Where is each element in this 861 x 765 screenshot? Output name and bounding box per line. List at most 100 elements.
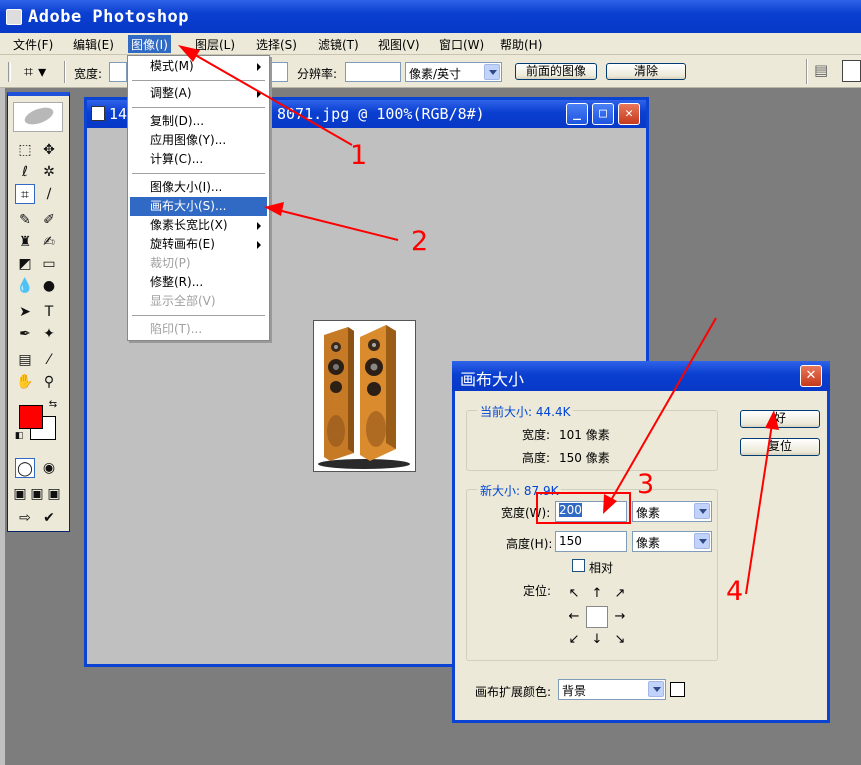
screen-mode-full-icon[interactable]: ▣ [46, 484, 62, 504]
jump-to-imageready-icon[interactable]: ⇨ [15, 508, 35, 528]
menu-item-trim[interactable]: 修整(R)... [130, 273, 267, 292]
options-divider [806, 59, 808, 84]
app-title: Adobe Photoshop [28, 7, 190, 27]
menu-bar: 文件(F) 编辑(E) 图像(I) 图层(L) 选择(S) 滤镜(T) 视图(V… [0, 33, 861, 55]
file-browser-icon[interactable]: ▤ [814, 61, 834, 81]
menu-item-rotate-canvas[interactable]: 旋转画布(E) [130, 235, 267, 254]
blur-tool-icon[interactable]: 💧 [15, 276, 35, 296]
extension-color-select[interactable]: 背景 [558, 679, 666, 700]
menu-filter[interactable]: 滤镜(T) [315, 35, 362, 53]
height-unit-select[interactable]: 像素 [632, 531, 712, 552]
menu-window[interactable]: 窗口(W) [436, 35, 487, 53]
toolbox: ⬚ ✥ ℓ ✲ ⌗ ∕ ✎ ✐ ♜ ✍ ◩ ▭ 💧 ● ➤ T ✒ ✦ ▤ ⁄ … [7, 92, 70, 532]
menu-item-adjust[interactable]: 调整(A) [130, 84, 267, 103]
menu-view[interactable]: 视图(V) [375, 35, 423, 53]
move-tool-icon[interactable]: ✥ [39, 140, 59, 160]
palette-well-icon[interactable] [842, 60, 861, 82]
close-button[interactable]: ✕ [618, 103, 640, 125]
menu-item-pixel-aspect-ratio[interactable]: 像素长宽比(X) [130, 216, 267, 235]
healing-brush-icon[interactable]: ✎ [15, 210, 35, 230]
arrow-up-left-icon[interactable]: ↖ [563, 583, 585, 605]
width-unit-select[interactable]: 像素 [632, 501, 712, 522]
height-unit-value: 像素 [636, 536, 661, 550]
arrow-down-icon[interactable]: ↓ [586, 629, 608, 651]
resolution-unit-select[interactable]: 像素/英寸 [405, 62, 502, 82]
arrow-down-left-icon[interactable]: ↙ [563, 629, 585, 651]
crop-width-input[interactable] [109, 62, 127, 82]
menu-file[interactable]: 文件(F) [10, 35, 56, 53]
screen-mode-standard-icon[interactable]: ▣ [12, 484, 28, 504]
menu-edit[interactable]: 编辑(E) [70, 35, 117, 53]
height-input-value: 150 [559, 534, 582, 548]
photoshop-feather-logo[interactable] [13, 102, 63, 132]
menu-item-apply-image[interactable]: 应用图像(Y)... [130, 131, 267, 150]
shape-tool-icon[interactable]: ✦ [39, 324, 59, 344]
screen-mode-full-menu-icon[interactable]: ▣ [29, 484, 45, 504]
front-image-button[interactable]: 前面的图像 [515, 63, 597, 80]
standard-mode-icon[interactable]: ◯ [15, 458, 35, 478]
pen-tool-icon[interactable]: ✒ [15, 324, 35, 344]
extension-color-swatch[interactable] [670, 682, 685, 697]
magic-wand-icon[interactable]: ✲ [39, 162, 59, 182]
menu-image[interactable]: 图像(I) [128, 35, 171, 53]
zoom-tool-icon[interactable]: ⚲ [39, 372, 59, 392]
app-title-bar: Adobe Photoshop [0, 0, 861, 33]
options-grip [8, 62, 11, 82]
minimize-button[interactable]: _ [566, 103, 588, 125]
height-input[interactable]: 150 [555, 531, 627, 552]
options-divider [64, 61, 66, 83]
resolution-input[interactable] [345, 62, 401, 82]
menu-help[interactable]: 帮助(H) [497, 35, 545, 53]
menu-item-image-size[interactable]: 图像大小(I)... [130, 178, 267, 197]
clear-button[interactable]: 清除 [606, 63, 686, 80]
menu-item-calculations[interactable]: 计算(C)... [130, 150, 267, 169]
crop-tool-icon[interactable]: ⌗ [15, 184, 35, 204]
brush-tool-icon[interactable]: ✐ [39, 210, 59, 230]
menu-select[interactable]: 选择(S) [253, 35, 300, 53]
maximize-button[interactable]: □ [592, 103, 614, 125]
notes-tool-icon[interactable]: ▤ [15, 350, 35, 370]
reset-button[interactable]: 复位 [740, 438, 820, 456]
eraser-tool-icon[interactable]: ◩ [15, 254, 35, 274]
history-brush-icon[interactable]: ✍ [39, 232, 59, 252]
swap-colors-icon[interactable]: ⇆ [46, 398, 60, 412]
default-colors-icon[interactable]: ◧ [13, 430, 25, 442]
left-edge [0, 88, 5, 765]
menu-item-crop[interactable]: 裁切(P) [130, 254, 267, 273]
dialog-close-button[interactable]: ✕ [800, 365, 822, 387]
menu-layer[interactable]: 图层(L) [192, 35, 238, 53]
current-width-label: 宽度: [522, 428, 551, 442]
quick-mask-icon[interactable]: ◉ [39, 458, 59, 478]
slice-tool-icon[interactable]: ∕ [39, 184, 59, 204]
menu-separator [132, 80, 265, 81]
marquee-tool-icon[interactable]: ⬚ [15, 140, 35, 160]
menu-item-reveal-all[interactable]: 显示全部(V) [130, 292, 267, 311]
menu-item-duplicate[interactable]: 复制(D)... [130, 112, 267, 131]
menu-item-mode[interactable]: 模式(M) [130, 57, 267, 76]
hand-tool-icon[interactable]: ✋ [15, 372, 35, 392]
crop-tool-preset-icon[interactable]: ⌗ ▾ [24, 61, 58, 83]
arrow-down-right-icon[interactable]: ↘ [609, 629, 631, 651]
lasso-tool-icon[interactable]: ℓ [15, 162, 35, 182]
anchor-center[interactable] [586, 606, 608, 628]
menu-item-canvas-size[interactable]: 画布大小(S)... [130, 197, 267, 216]
menu-item-trap[interactable]: 陷印(T)... [130, 320, 267, 339]
arrow-up-icon[interactable]: ↑ [586, 583, 608, 605]
dialog-title-bar: 画布大小 ✕ [452, 361, 830, 391]
gradient-tool-icon[interactable]: ▭ [39, 254, 59, 274]
foreground-color-swatch[interactable] [19, 405, 43, 429]
relative-checkbox[interactable] [572, 559, 585, 572]
clone-stamp-icon[interactable]: ♜ [15, 232, 35, 252]
ok-button[interactable]: 好 [740, 410, 820, 428]
checkmark-icon[interactable]: ✔ [39, 508, 59, 528]
arrow-left-icon[interactable]: ← [563, 606, 585, 628]
dodge-tool-icon[interactable]: ● [39, 276, 59, 296]
menu-separator [132, 107, 265, 108]
width-label: 宽度: [74, 67, 103, 81]
type-tool-icon[interactable]: T [39, 302, 59, 322]
crop-height-input[interactable] [270, 62, 288, 82]
arrow-up-right-icon[interactable]: ↗ [609, 583, 631, 605]
eyedropper-icon[interactable]: ⁄ [39, 350, 59, 370]
path-select-icon[interactable]: ➤ [15, 302, 35, 322]
arrow-right-icon[interactable]: → [609, 606, 631, 628]
